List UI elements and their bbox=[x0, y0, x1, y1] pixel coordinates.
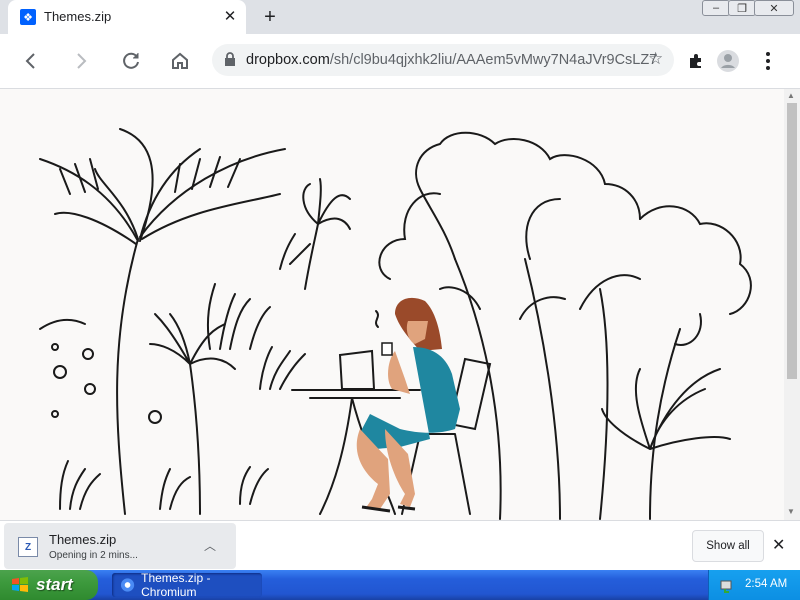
show-all-button[interactable]: Show all bbox=[692, 530, 764, 562]
start-button[interactable]: start bbox=[0, 570, 98, 600]
download-bar: Z Themes.zip Opening in 2 mins... ︿ Show… bbox=[0, 520, 800, 571]
kebab-menu-icon bbox=[766, 52, 770, 70]
zip-file-icon: Z bbox=[18, 537, 38, 557]
avatar-icon bbox=[717, 50, 739, 72]
new-tab-button[interactable]: + bbox=[258, 5, 282, 29]
close-window-button[interactable]: ✕ bbox=[754, 0, 794, 16]
url-host: dropbox.com bbox=[246, 52, 330, 68]
home-button[interactable] bbox=[165, 46, 195, 76]
system-tray: 2:54 AM bbox=[708, 570, 800, 600]
chevron-up-icon[interactable]: ︿ bbox=[204, 537, 216, 554]
back-button[interactable] bbox=[16, 46, 46, 76]
scroll-up-arrow-icon[interactable]: ▲ bbox=[787, 91, 795, 100]
back-arrow-icon bbox=[25, 53, 35, 69]
chromium-icon bbox=[120, 578, 135, 592]
windows-logo-icon bbox=[12, 577, 28, 592]
start-label: start bbox=[36, 575, 73, 594]
lock-icon bbox=[225, 52, 235, 66]
reload-icon bbox=[123, 52, 139, 69]
address-bar[interactable]: dropbox.com/sh/cl9bu4qjxhk2liu/AAAem5vMw… bbox=[212, 44, 674, 76]
close-tab-icon[interactable]: ✕ bbox=[220, 6, 240, 26]
restore-button[interactable]: ❐ bbox=[728, 0, 756, 16]
home-icon bbox=[172, 52, 188, 69]
download-filename: Themes.zip bbox=[49, 532, 117, 547]
reload-button[interactable] bbox=[116, 46, 146, 76]
tab-title: Themes.zip bbox=[44, 9, 112, 24]
download-status: Opening in 2 mins... bbox=[49, 550, 138, 561]
page-scrollbar[interactable]: ▲ ▼ bbox=[784, 89, 800, 520]
close-download-bar-icon[interactable]: ✕ bbox=[772, 535, 785, 555]
url-path: /sh/cl9bu4qjxhk2liu/AAAem5vMwy7N4aJVr9Cs… bbox=[329, 52, 658, 68]
tab-strip: ❖ Themes.zip ✕ + ‒ ❐ ✕ bbox=[0, 0, 800, 34]
dropbox-icon: ❖ bbox=[20, 9, 36, 25]
tab-themes-zip[interactable]: ❖ Themes.zip ✕ bbox=[8, 0, 246, 34]
url-text[interactable]: dropbox.com/sh/cl9bu4qjxhk2liu/AAAem5vMw… bbox=[246, 52, 657, 68]
taskbar-item-label: Themes.zip - Chromium bbox=[141, 571, 211, 599]
minimize-button[interactable]: ‒ bbox=[702, 0, 730, 16]
page-content bbox=[0, 89, 784, 520]
download-item[interactable]: Z Themes.zip Opening in 2 mins... ︿ bbox=[4, 523, 236, 569]
scroll-down-arrow-icon[interactable]: ▼ bbox=[787, 507, 795, 516]
browser-toolbar: dropbox.com/sh/cl9bu4qjxhk2liu/AAAem5vMw… bbox=[0, 34, 800, 89]
forward-arrow-icon bbox=[77, 53, 87, 69]
scroll-thumb[interactable] bbox=[787, 103, 797, 379]
profile-button[interactable] bbox=[713, 46, 743, 76]
illustration-woman-cafe bbox=[39, 128, 752, 520]
network-icon bbox=[720, 580, 732, 593]
taskbar-item-chromium[interactable]: Themes.zip - Chromium bbox=[112, 571, 262, 599]
forward-button[interactable] bbox=[66, 46, 96, 76]
puzzle-icon bbox=[690, 54, 701, 68]
extensions-button[interactable] bbox=[681, 46, 711, 76]
menu-button[interactable] bbox=[753, 46, 783, 76]
bookmark-star-icon[interactable]: ☆ bbox=[648, 49, 663, 69]
clock: 2:54 AM bbox=[745, 578, 788, 590]
taskbar: start Themes.zip - Chromium 2:54 AM bbox=[0, 570, 800, 600]
